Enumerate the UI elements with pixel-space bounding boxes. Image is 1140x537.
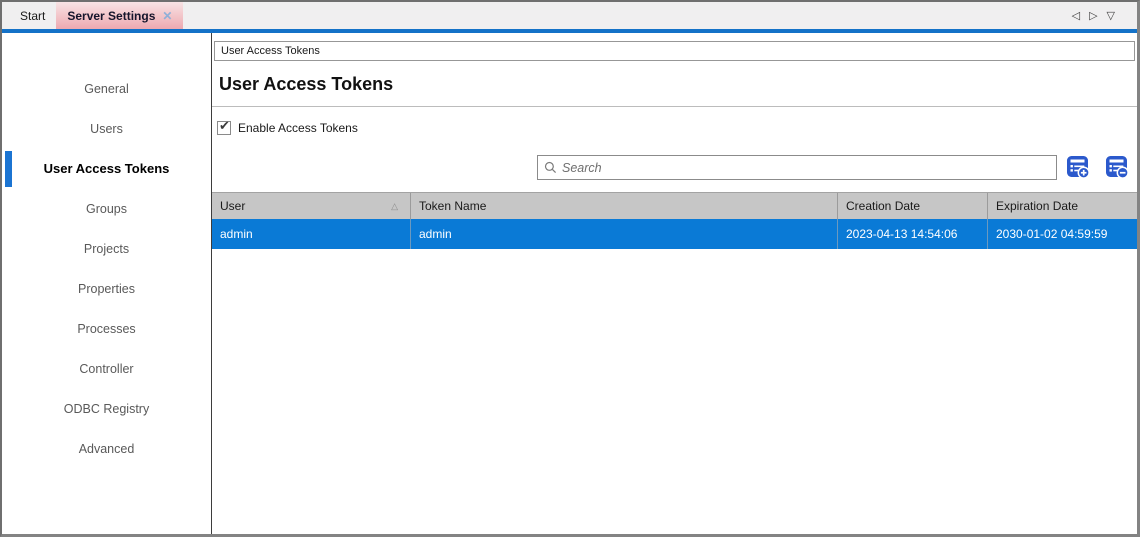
tab-list-dropdown-icon[interactable]: ▽: [1107, 9, 1115, 22]
column-header-expiration-date-label: Expiration Date: [996, 199, 1079, 213]
enable-access-tokens-label: Enable Access Tokens: [238, 121, 358, 135]
server-settings-window: Start Server Settings ✕ ◁ ▷ ▽ General Us…: [0, 0, 1140, 537]
tab-server-settings[interactable]: Server Settings ✕: [56, 2, 184, 29]
scroll-tabs-right-icon[interactable]: ▷: [1089, 9, 1097, 22]
sidebar-item-odbc-registry[interactable]: ODBC Registry: [2, 389, 211, 429]
settings-sidebar: General Users User Access Tokens Groups …: [2, 33, 212, 534]
tab-start[interactable]: Start: [9, 2, 56, 29]
tab-server-settings-label: Server Settings: [67, 8, 156, 23]
sidebar-item-controller[interactable]: Controller: [2, 349, 211, 389]
tokens-table: User △ Token Name Creation Date Expirati…: [212, 192, 1137, 249]
column-header-token-name[interactable]: Token Name: [411, 193, 838, 219]
checkmark-icon: ✔: [219, 118, 230, 133]
cell-expiration-date: 2030-01-02 04:59:59: [996, 227, 1108, 241]
breadcrumb[interactable]: User Access Tokens: [214, 41, 1135, 61]
cell-user: admin: [212, 219, 411, 249]
sidebar-item-advanced[interactable]: Advanced: [2, 429, 211, 469]
main-content: User Access Tokens User Access Tokens ✔ …: [212, 33, 1137, 534]
enable-access-tokens-row: ✔ Enable Access Tokens: [217, 118, 358, 135]
sidebar-item-users[interactable]: Users: [2, 109, 211, 149]
close-tab-icon[interactable]: ✕: [162, 10, 172, 22]
table-row[interactable]: admin admin 2023-04-13 14:54:06 2030-01-…: [212, 219, 1137, 249]
sidebar-item-properties[interactable]: Properties: [2, 269, 211, 309]
magnifier-icon: [544, 161, 557, 174]
table-header-row: User △ Token Name Creation Date Expirati…: [212, 192, 1137, 219]
tab-start-label: Start: [20, 8, 46, 23]
search-box: [537, 155, 1057, 180]
sidebar-item-processes[interactable]: Processes: [2, 309, 211, 349]
tab-nav-controls: ◁ ▷ ▽: [1072, 2, 1115, 29]
tab-bar: Start Server Settings ✕ ◁ ▷ ▽: [2, 2, 1137, 29]
remove-token-icon: [1106, 156, 1129, 179]
add-token-icon: [1067, 156, 1090, 179]
title-separator: [212, 106, 1137, 107]
sort-ascending-icon: △: [391, 200, 398, 211]
column-header-user[interactable]: User △: [212, 193, 411, 219]
cell-token-name: admin: [411, 219, 838, 249]
sidebar-selection-indicator: [5, 151, 12, 187]
search-input[interactable]: [562, 160, 1050, 175]
cell-creation-date: 2023-04-13 14:54:06: [838, 219, 988, 249]
remove-token-button[interactable]: [1103, 153, 1131, 181]
enable-access-tokens-checkbox[interactable]: ✔: [217, 118, 231, 135]
add-token-button[interactable]: [1064, 153, 1092, 181]
sidebar-item-groups[interactable]: Groups: [2, 189, 211, 229]
sidebar-item-user-access-tokens[interactable]: User Access Tokens: [2, 149, 211, 189]
column-header-expiration-date[interactable]: Expiration Date: [988, 193, 1137, 219]
column-header-creation-date-label: Creation Date: [846, 199, 921, 213]
column-header-user-label: User: [220, 199, 246, 213]
column-header-token-name-label: Token Name: [419, 199, 487, 213]
sidebar-item-general[interactable]: General: [2, 69, 211, 109]
page-title: User Access Tokens: [219, 74, 394, 94]
scroll-tabs-left-icon[interactable]: ◁: [1072, 9, 1080, 22]
sidebar-item-projects[interactable]: Projects: [2, 229, 211, 269]
column-header-creation-date[interactable]: Creation Date: [838, 193, 988, 219]
